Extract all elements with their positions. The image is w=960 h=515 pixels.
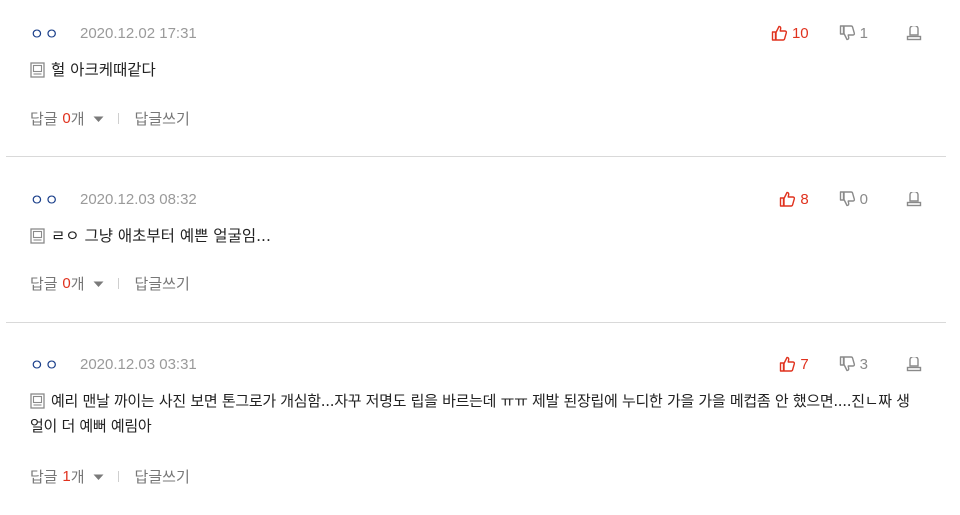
comment-item: ㅇㅇ 2020.12.03 08:32 8 0 ㄹㅇ 그냥 애초부터 예쁜 얼굴… [6, 157, 946, 323]
comment-author[interactable]: ㅇㅇ [30, 354, 80, 375]
comment-body: ㄹㅇ 그냥 애초부터 예쁜 얼굴임... [30, 224, 922, 249]
reply-label: 답글 [30, 109, 58, 128]
like-button[interactable]: 10 [771, 25, 809, 42]
reply-bar: 답글 0개 답글쓰기 [30, 272, 190, 294]
comment-text: 헐 아크케때같다 [51, 61, 156, 79]
comment-author[interactable]: ㅇㅇ [30, 189, 80, 210]
divider [117, 470, 119, 482]
comment-date: 2020.12.03 03:31 [80, 355, 197, 373]
report-icon [906, 356, 922, 371]
reply-bar: 답글 0개 답글쓰기 [30, 107, 190, 129]
dislike-button[interactable]: 3 [839, 356, 868, 373]
thumbs-down-icon [839, 356, 855, 372]
comment-body: 예리 맨날 까이는 사진 보면 톤그로가 개심함...자꾸 저명도 립을 바르는… [30, 389, 922, 439]
report-icon [906, 25, 922, 40]
memo-icon [30, 393, 45, 409]
comment-meta: ㅇㅇ 2020.12.03 08:32 8 0 [30, 188, 922, 210]
write-reply-link[interactable]: 답글쓰기 [135, 273, 190, 294]
reply-label: 답글 [30, 467, 58, 486]
dislike-count: 3 [859, 355, 868, 373]
like-count: 10 [791, 24, 809, 42]
reply-count: 0 [62, 274, 71, 292]
memo-icon [30, 228, 45, 244]
comment-date: 2020.12.03 08:32 [80, 190, 197, 208]
like-button[interactable]: 8 [779, 190, 809, 208]
like-count: 7 [800, 355, 809, 373]
write-reply-link[interactable]: 답글쓰기 [135, 108, 190, 129]
report-button[interactable] [906, 191, 922, 207]
comment-actions: 7 3 [779, 353, 922, 375]
dislike-count: 1 [859, 24, 868, 42]
comment-text: ㄹㅇ 그냥 애초부터 예쁜 얼굴임... [51, 227, 271, 245]
reply-unit: 개 [70, 467, 85, 486]
reply-count: 1 [62, 467, 71, 485]
comment-text: 예리 맨날 까이는 사진 보면 톤그로가 개심함...자꾸 저명도 립을 바르는… [30, 392, 910, 435]
write-reply-link[interactable]: 답글쓰기 [135, 466, 190, 487]
reply-unit: 개 [70, 109, 85, 128]
reply-bar: 답글 1개 답글쓰기 [30, 465, 190, 487]
divider [117, 277, 119, 289]
reply-toggle[interactable]: 답글 0개 [30, 108, 104, 129]
reply-label: 답글 [30, 274, 58, 293]
like-button[interactable]: 7 [779, 355, 809, 373]
comment-author[interactable]: ㅇㅇ [30, 23, 80, 44]
comment-meta: ㅇㅇ 2020.12.03 03:31 7 3 [30, 353, 922, 375]
report-icon [906, 191, 922, 206]
comment-actions: 10 1 [771, 22, 922, 44]
thumbs-down-icon [839, 25, 855, 41]
dislike-button[interactable]: 0 [839, 191, 868, 208]
reply-count: 0 [62, 109, 71, 127]
report-button[interactable] [906, 25, 922, 41]
comment-actions: 8 0 [779, 188, 922, 210]
comment-item: ㅇㅇ 2020.12.03 03:31 7 3 예리 맨날 까이는 사진 보면 … [6, 323, 946, 515]
caret-down-icon [93, 474, 104, 480]
reply-unit: 개 [70, 274, 85, 293]
caret-down-icon [93, 281, 104, 287]
dislike-button[interactable]: 1 [839, 25, 868, 42]
reply-toggle[interactable]: 답글 0개 [30, 273, 104, 294]
comment-item: ㅇㅇ 2020.12.02 17:31 10 1 헐 아크케때같다 답글 0개 … [6, 0, 946, 157]
thumbs-up-icon [780, 356, 796, 372]
reply-toggle[interactable]: 답글 1개 [30, 466, 104, 487]
memo-icon [30, 62, 45, 78]
comment-date: 2020.12.02 17:31 [80, 24, 197, 42]
thumbs-up-icon [780, 191, 796, 207]
like-count: 8 [800, 190, 809, 208]
comment-meta: ㅇㅇ 2020.12.02 17:31 10 1 [30, 22, 922, 44]
caret-down-icon [93, 116, 104, 122]
thumbs-down-icon [839, 191, 855, 207]
dislike-count: 0 [859, 190, 868, 208]
comment-body: 헐 아크케때같다 [30, 58, 922, 83]
report-button[interactable] [906, 356, 922, 372]
thumbs-up-icon [771, 25, 788, 41]
divider [117, 112, 119, 124]
